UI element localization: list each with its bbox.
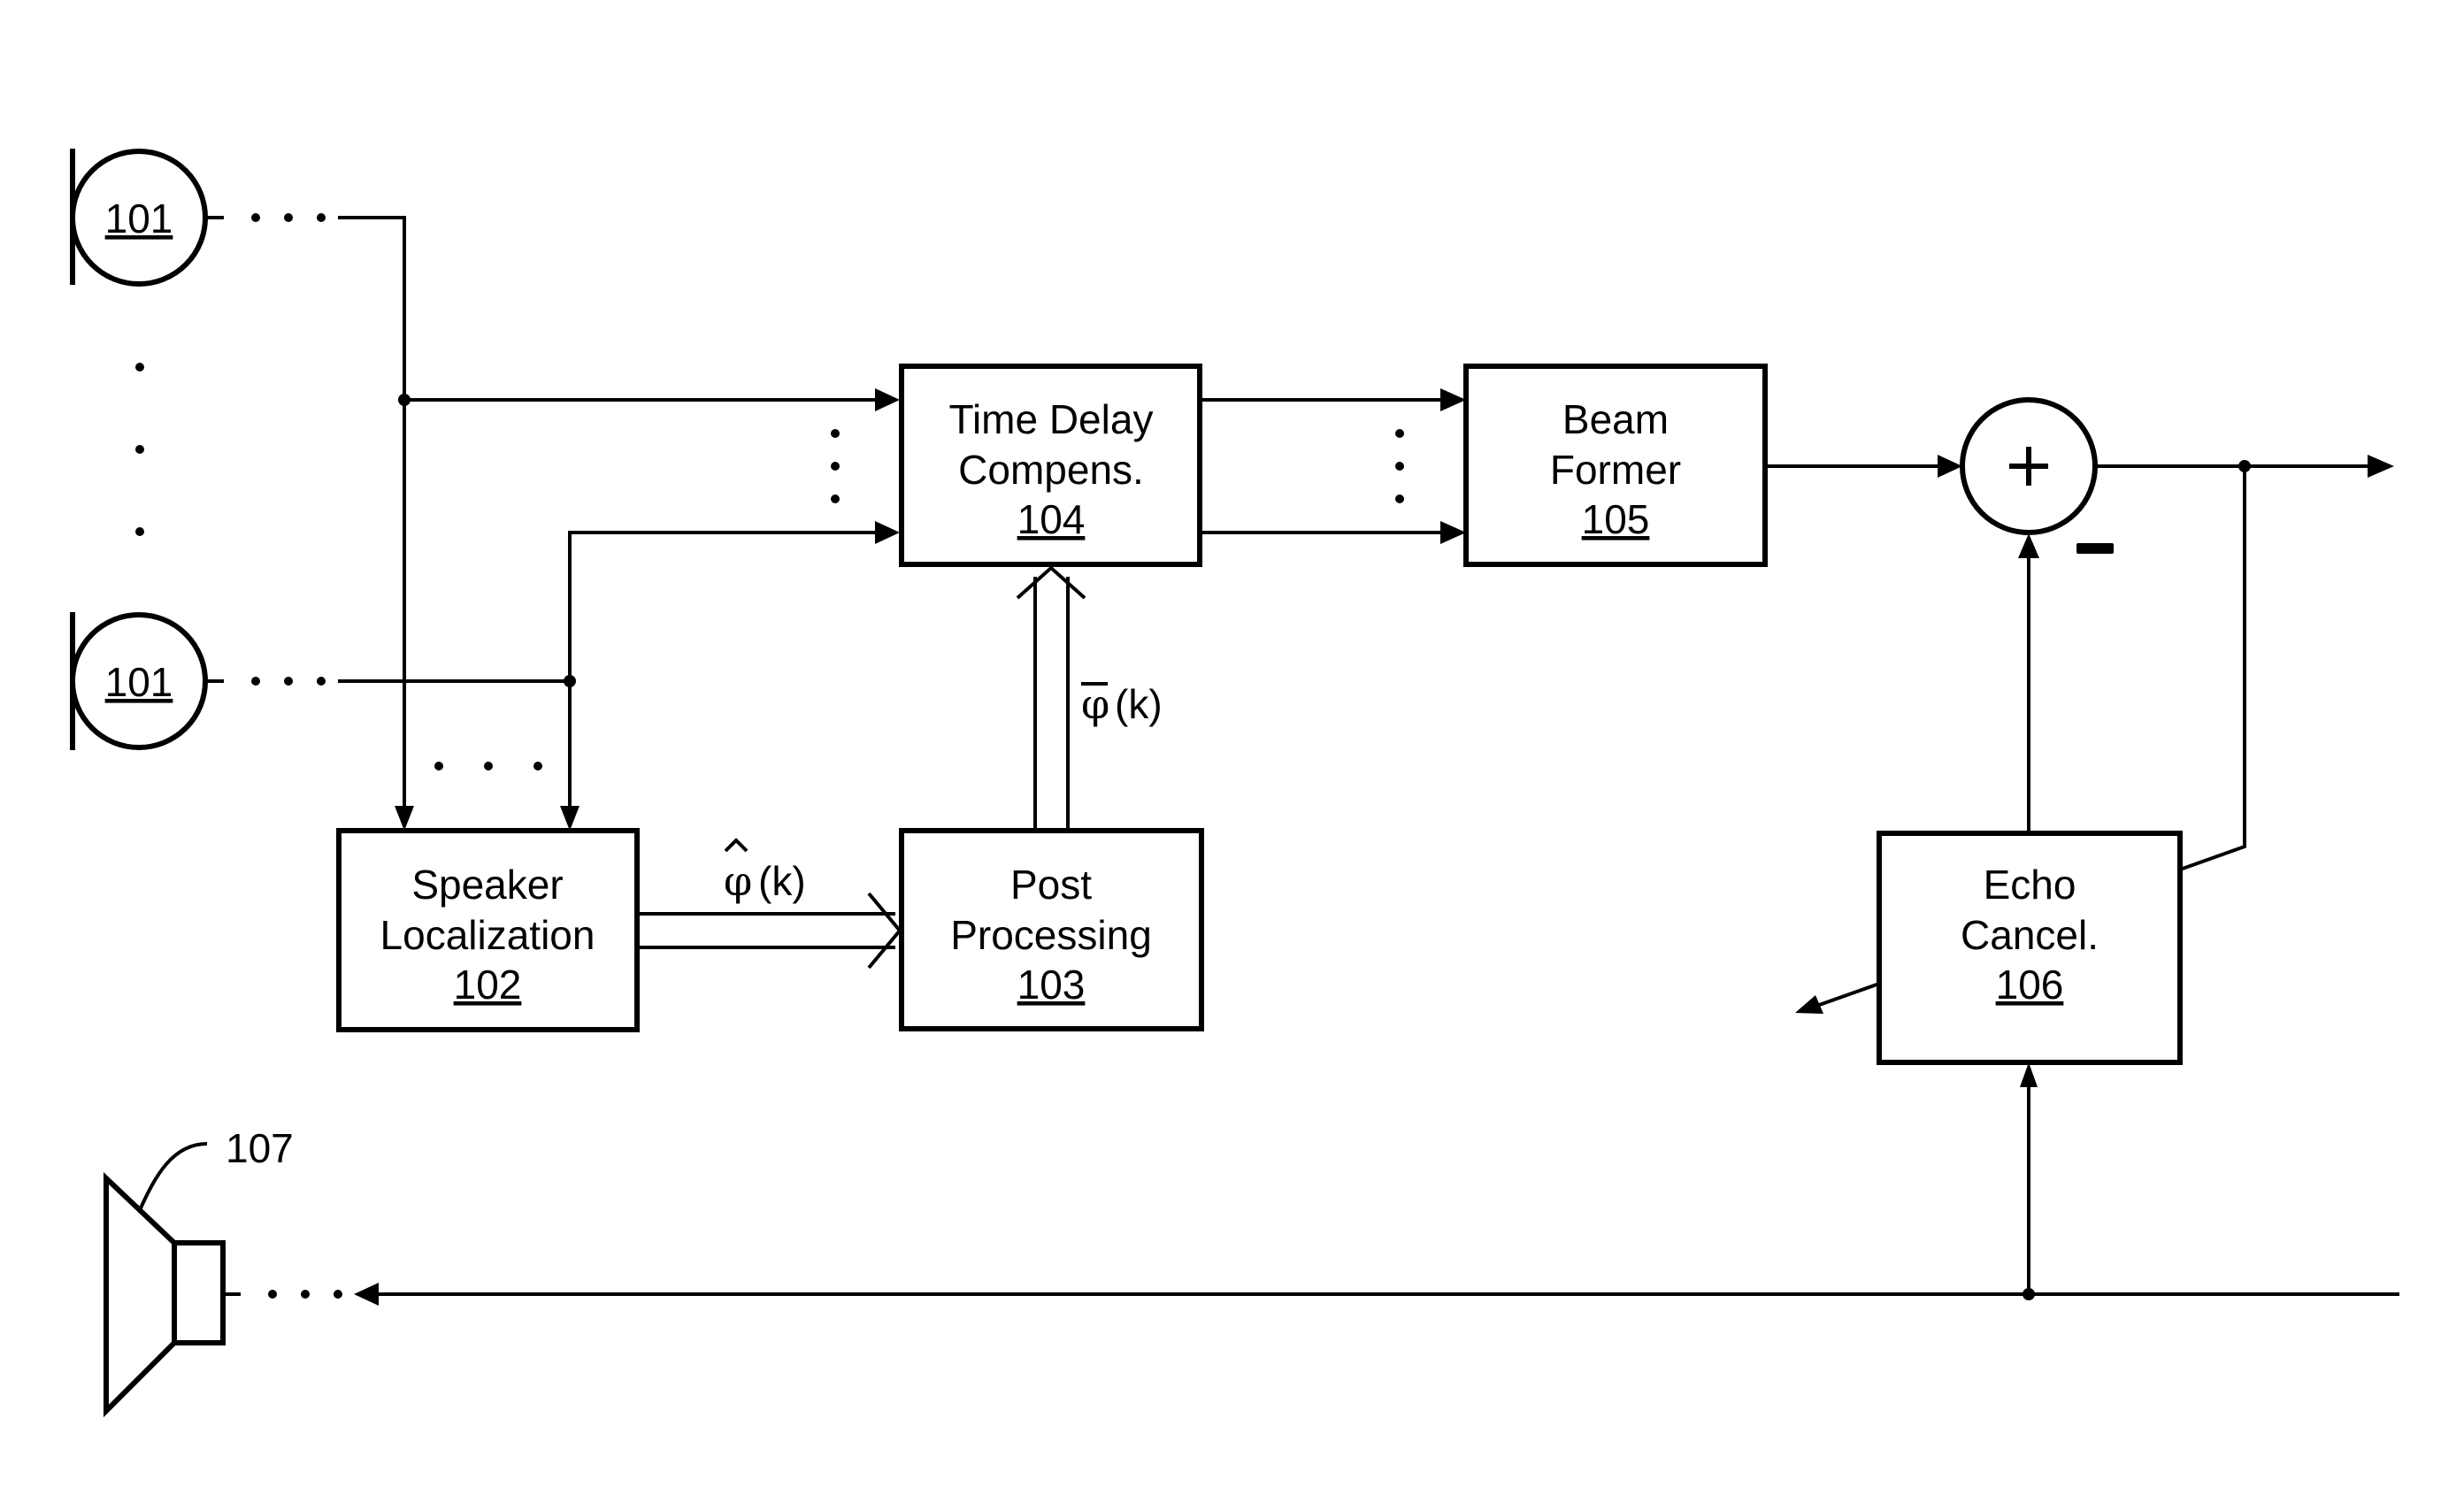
arrowhead-icon (354, 1283, 379, 1306)
loudspeaker-cone-icon (104, 1172, 177, 1418)
block-ref: 104 (1017, 496, 1086, 542)
block-ref: 102 (454, 962, 522, 1008)
block-label: Echo (1984, 862, 2076, 908)
microphone-ref: 101 (105, 659, 173, 705)
arrowhead-icon (875, 521, 900, 544)
arrowhead-icon (560, 806, 580, 831)
block-ref: 105 (1582, 496, 1650, 542)
block-label: Speaker (411, 862, 563, 908)
ellipsis-dots (434, 762, 542, 770)
svg-text:φ: φ (1081, 680, 1109, 728)
arrowhead-icon (1938, 455, 1962, 478)
block-label: Time Delay (949, 396, 1154, 442)
arrowhead-icon (2020, 1062, 2038, 1087)
vertical-ellipsis-dots (135, 363, 144, 536)
vector-arrow-phi-bar (1016, 565, 1086, 831)
arrowhead-icon (1795, 995, 1823, 1014)
block-speaker-localization: Speaker Localization 102 (336, 828, 640, 1032)
leader-line (138, 1142, 208, 1211)
block-beam-former: Beam Former 105 (1463, 364, 1768, 567)
block-ref: 103 (1017, 962, 1086, 1008)
signal-label-phi-hat: φ (k) (724, 838, 806, 905)
ellipsis-dots (251, 677, 326, 686)
summing-node (1960, 397, 2114, 554)
block-label: Compens. (958, 447, 1144, 493)
block-time-delay-compensation: Time Delay Compens. 104 (899, 364, 1202, 567)
wire-mic1 (338, 216, 406, 818)
arrowhead-icon (875, 388, 900, 411)
arrowhead-icon (2018, 533, 2039, 558)
output-arrowhead-icon (2368, 455, 2394, 478)
block-label: Former (1550, 447, 1681, 493)
microphone-ref: 101 (105, 195, 173, 241)
block-label: Localization (380, 912, 595, 958)
ellipsis-dots (268, 1290, 342, 1299)
hat-accent-icon (724, 838, 748, 853)
microphone-bottom: 101 (70, 612, 208, 750)
junction-dot (564, 675, 576, 687)
block-ref: 106 (1996, 962, 2064, 1008)
vector-arrow-phi-hat (637, 892, 902, 970)
arrowhead-icon (1440, 388, 1466, 411)
wire-feedback-to-106 (2179, 466, 2246, 871)
loudspeaker-driver-icon (172, 1240, 226, 1345)
wire-106-side-output (1808, 982, 1880, 1010)
block-label: Processing (950, 912, 1152, 958)
ellipsis-dots (831, 429, 840, 503)
junction-dot (398, 394, 411, 406)
svg-text:(k): (k) (758, 858, 806, 904)
block-diagram: 101 101 Speaker Localization 102 φ (k) P… (70, 149, 2399, 1418)
block-label: Cancel. (1961, 912, 2099, 958)
loudspeaker-ref: 107 (226, 1125, 294, 1171)
svg-text:φ: φ (724, 857, 752, 905)
arrowhead-icon (395, 806, 414, 831)
block-post-processing: Post Processing 103 (899, 828, 1204, 1031)
wire-mic2-to-104 (568, 531, 885, 818)
ellipsis-dots (251, 213, 326, 222)
block-label: Post (1010, 862, 1092, 908)
block-echo-cancel: Echo Cancel. 106 (1877, 831, 2183, 1065)
minus-sign-icon (2076, 543, 2114, 554)
svg-text:(k): (k) (1115, 681, 1163, 727)
ellipsis-dots (1395, 429, 1404, 503)
microphone-top: 101 (70, 149, 208, 287)
loudspeaker: 107 (104, 1125, 294, 1418)
block-label: Beam (1562, 396, 1669, 442)
signal-label-phi-bar: φ (k) (1081, 680, 1163, 728)
arrowhead-icon (1440, 521, 1466, 544)
